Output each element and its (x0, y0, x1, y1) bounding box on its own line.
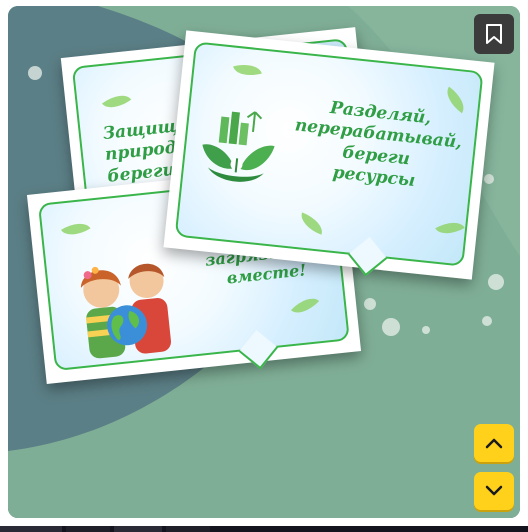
eco-city-logo (202, 111, 275, 182)
thumbnail-segment[interactable] (66, 526, 110, 532)
bokeh-dot (488, 274, 504, 290)
eco-card-front: Разделяй, перерабатывай, береги ресурсы (163, 30, 495, 280)
page-frame: Защищай природу, берегите её будущее (0, 0, 528, 532)
chevron-up-icon (485, 438, 503, 449)
bokeh-dot (484, 174, 494, 184)
children-with-globe-illustration (80, 263, 172, 359)
leaf-decoration (435, 215, 465, 241)
leaf-decoration (61, 216, 91, 242)
thumbnail-segment[interactable] (114, 526, 162, 532)
thumbnail-segment[interactable] (166, 526, 210, 532)
bookmark-button[interactable] (474, 14, 514, 54)
leaf-decoration (297, 212, 327, 235)
bookmark-icon (486, 24, 502, 44)
chevron-down-icon (485, 485, 503, 496)
bokeh-dot (28, 66, 42, 80)
leaf-decoration (233, 60, 262, 80)
card-slogan: Разделяй, перерабатывай, береги ресурсы (293, 97, 463, 191)
image-viewer: Защищай природу, берегите её будущее (8, 6, 520, 518)
card-frame: Разделяй, перерабатывай, береги ресурсы (174, 41, 484, 267)
bokeh-dot (422, 326, 430, 334)
bokeh-dot (382, 318, 400, 336)
thumbnail-strip (0, 526, 528, 532)
leaf-decoration (290, 291, 320, 320)
bokeh-dot (364, 298, 376, 310)
scroll-up-button[interactable] (474, 424, 514, 462)
scroll-down-button[interactable] (474, 472, 514, 510)
bokeh-dot (482, 316, 492, 326)
leaf-decoration (102, 88, 132, 115)
thumbnail-segment[interactable] (0, 526, 62, 532)
